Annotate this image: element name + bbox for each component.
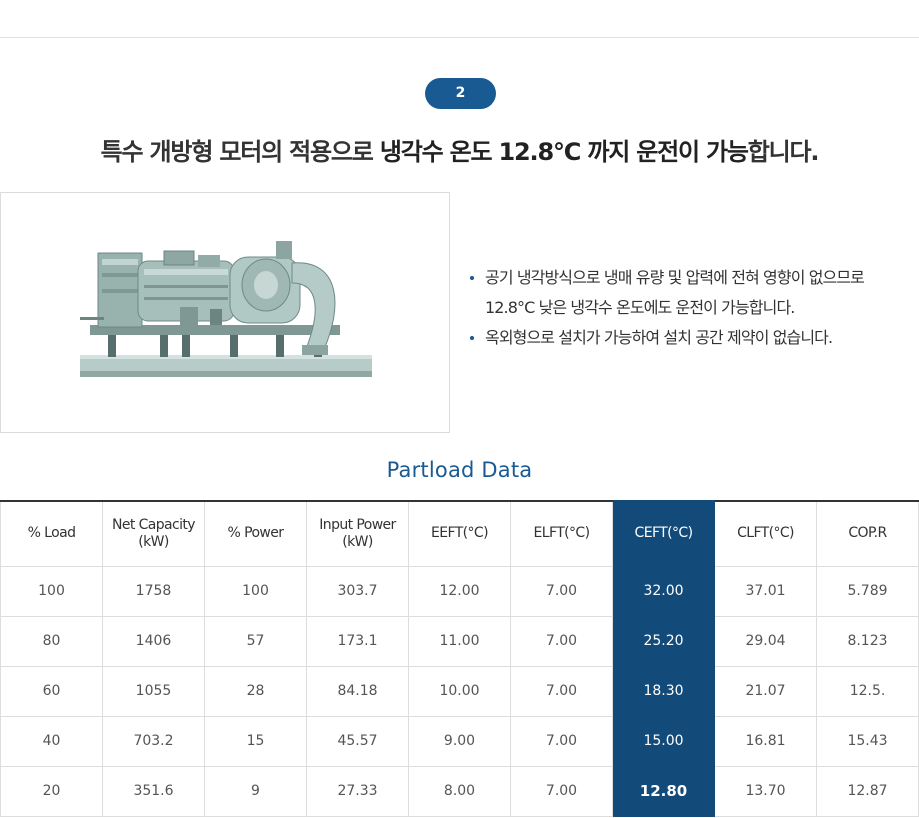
table-cell: 12.5. xyxy=(816,665,919,717)
table-cell: 40 xyxy=(0,715,103,767)
feature-list: 공기 냉각방식으로 냉매 유량 및 압력에 전혀 영향이 없으므로 12.8°C… xyxy=(468,263,913,353)
table-cell: 7.00 xyxy=(510,615,613,667)
table-cell: 20 xyxy=(0,765,103,817)
partload-table: % Load Net Capacity (kW) % Power Input P… xyxy=(0,500,919,817)
table-cell: 12.00 xyxy=(408,565,511,617)
table-cell: 27.33 xyxy=(306,765,409,817)
table-cell: 351.6 xyxy=(102,765,205,817)
table-cell: 8.123 xyxy=(816,615,919,667)
table-cell: 9 xyxy=(204,765,307,817)
table-cell: 21.07 xyxy=(714,665,817,717)
table-cell: 7.00 xyxy=(510,565,613,617)
table-cell: 703.2 xyxy=(102,715,205,767)
table-row: 100 1758 100 303.7 12.00 7.00 32.00 37.0… xyxy=(0,565,919,617)
table-cell: 37.01 xyxy=(714,565,817,617)
col-header-clft: CLFT(°C) xyxy=(714,500,817,567)
table-cell: 16.81 xyxy=(714,715,817,767)
product-image-frame xyxy=(0,192,450,433)
table-row: 60 1055 28 84.18 10.00 7.00 18.30 21.07 … xyxy=(0,665,919,717)
feature-item: 옥외형으로 설치가 가능하여 설치 공간 제약이 없습니다. xyxy=(468,323,913,353)
table-cell: 45.57 xyxy=(306,715,409,767)
table-header-row: % Load Net Capacity (kW) % Power Input P… xyxy=(0,500,919,567)
table-cell: 1055 xyxy=(102,665,205,717)
table-cell-highlight: 18.30 xyxy=(612,665,715,717)
headline-normal: 특수 개방형 모터의 적용으로 xyxy=(100,138,380,166)
section-title: Partload Data xyxy=(386,458,533,482)
table-cell: 15.43 xyxy=(816,715,919,767)
table-cell: 5.789 xyxy=(816,565,919,617)
table-cell: 84.18 xyxy=(306,665,409,717)
table-cell: 13.70 xyxy=(714,765,817,817)
table-cell: 1406 xyxy=(102,615,205,667)
table-cell: 100 xyxy=(0,565,103,617)
col-header-power: % Power xyxy=(204,500,307,567)
col-header-net-capacity-label: Net Capacity (kW) xyxy=(111,516,196,550)
table-row: 40 703.2 15 45.57 9.00 7.00 15.00 16.81 … xyxy=(0,715,919,767)
table-cell-highlight: 25.20 xyxy=(612,615,715,667)
table-cell: 28 xyxy=(204,665,307,717)
table-cell: 7.00 xyxy=(510,715,613,767)
table-cell: 100 xyxy=(204,565,307,617)
table-cell: 11.00 xyxy=(408,615,511,667)
table-cell: 303.7 xyxy=(306,565,409,617)
table-cell: 7.00 xyxy=(510,665,613,717)
col-header-ceft: CEFT(°C) xyxy=(612,500,715,567)
table-row: 80 1406 57 173.1 11.00 7.00 25.20 29.04 … xyxy=(0,615,919,667)
table-cell: 173.1 xyxy=(306,615,409,667)
col-header-input-power-label: Input Power (kW) xyxy=(319,516,396,550)
headline-bold: 냉각수 온도 12.8°C 까지 운전이 가능 xyxy=(379,138,749,166)
col-header-net-capacity: Net Capacity (kW) xyxy=(102,500,205,567)
col-header-input-power: Input Power (kW) xyxy=(306,500,409,567)
table-cell-highlight: 15.00 xyxy=(612,715,715,767)
col-header-load: % Load xyxy=(0,500,103,567)
col-header-copr: COP.R xyxy=(816,500,919,567)
table-cell: 60 xyxy=(0,665,103,717)
table-cell-highlight: 12.80 xyxy=(612,765,715,817)
feature-item: 공기 냉각방식으로 냉매 유량 및 압력에 전혀 영향이 없으므로 12.8°C… xyxy=(468,263,913,323)
table-cell: 1758 xyxy=(102,565,205,617)
headline-tail: 합니다. xyxy=(747,138,820,166)
table-cell: 12.87 xyxy=(816,765,919,817)
step-badge: 2 xyxy=(425,78,496,109)
chiller-unit-image xyxy=(80,239,372,379)
table-cell: 15 xyxy=(204,715,307,767)
page-headline: 특수 개방형 모터의 적용으로 냉각수 온도 12.8°C 까지 운전이 가능합… xyxy=(0,132,919,167)
table-cell: 7.00 xyxy=(510,765,613,817)
table-cell-highlight: 32.00 xyxy=(612,565,715,617)
table-cell: 29.04 xyxy=(714,615,817,667)
table-cell: 80 xyxy=(0,615,103,667)
col-header-elft: ELFT(°C) xyxy=(510,500,613,567)
top-divider xyxy=(0,37,919,38)
col-header-eeft: EEFT(°C) xyxy=(408,500,511,567)
table-cell: 10.00 xyxy=(408,665,511,717)
table-row: 20 351.6 9 27.33 8.00 7.00 12.80 13.70 1… xyxy=(0,765,919,817)
table-cell: 9.00 xyxy=(408,715,511,767)
table-cell: 8.00 xyxy=(408,765,511,817)
table-cell: 57 xyxy=(204,615,307,667)
